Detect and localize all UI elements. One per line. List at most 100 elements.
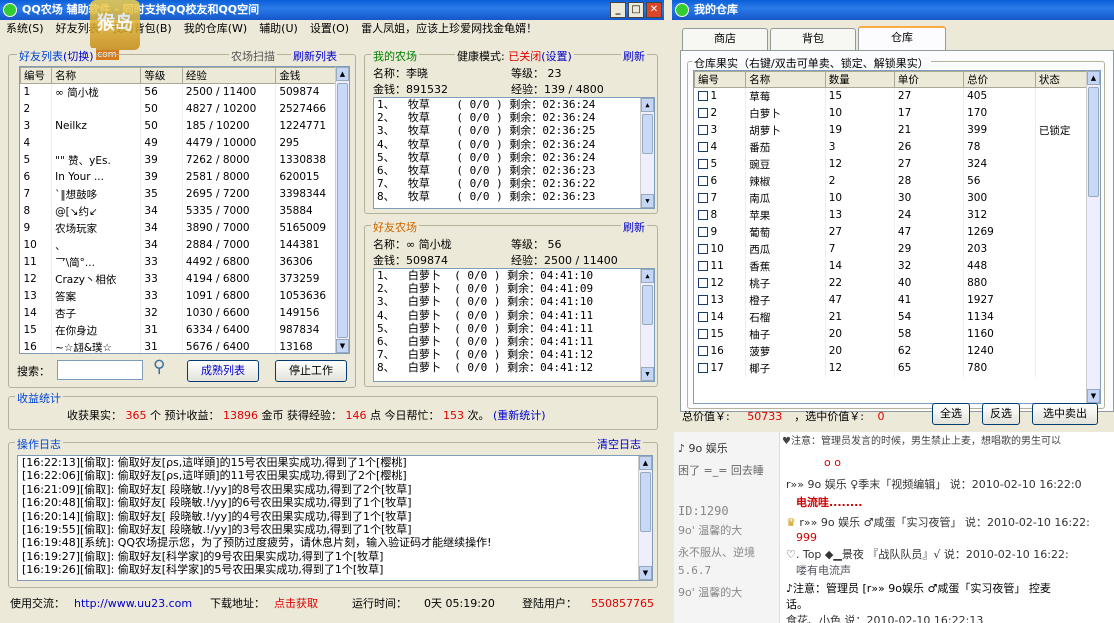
friend-row[interactable]: 8 @[↘约↙ 34 5335 / 7000 35884 [20, 202, 349, 220]
warehouse-row[interactable]: 3 胡萝卜 19 21 399 已锁定 [694, 121, 1100, 139]
refresh-friend-list-link[interactable]: 刷新列表 [291, 48, 339, 64]
friend-switch-link[interactable]: (切换) [63, 50, 94, 63]
friend-col-header[interactable]: 名称 [51, 67, 142, 84]
crop-plot-row[interactable]: 1、 白萝卜 ( 0/0 ) 剩余：04:41:10 [377, 269, 654, 282]
friend-scrollbar[interactable]: ▲ ▼ [335, 67, 349, 353]
crop-plot-row[interactable]: 6、 白萝卜 ( 0/0 ) 剩余：04:41:11 [377, 335, 654, 348]
minimize-button[interactable]: _ [610, 2, 626, 18]
search-icon[interactable]: ⚲ [153, 357, 165, 377]
health-settings-link[interactable]: (设置) [541, 50, 572, 63]
maximize-button[interactable]: □ [628, 2, 644, 18]
log-scrollbar[interactable]: ▲ ▼ [638, 456, 652, 580]
crop-plot-row[interactable]: 4、 牧草 ( 0/0 ) 剩余：02:36:24 [377, 138, 654, 151]
friend-row[interactable]: 9 农场玩家 34 3890 / 7000 5165009 [20, 219, 349, 237]
warehouse-row[interactable]: 9 葡萄 27 47 1269 [694, 223, 1100, 241]
warehouse-row[interactable]: 6 辣椒 2 28 56 [694, 172, 1100, 190]
warehouse-row[interactable]: 11 香蕉 14 32 448 [694, 257, 1100, 275]
menu-system[interactable]: 系统(S) [6, 20, 44, 38]
friend-row[interactable]: 12 Crazy丶相依 33 4194 / 6800 373259 [20, 270, 349, 288]
warehouse-row[interactable]: 5 豌豆 12 27 324 [694, 155, 1100, 173]
crop-plot-row[interactable]: 3、 牧草 ( 0/0 ) 剩余：02:36:25 [377, 124, 654, 137]
select-all-button[interactable]: 全选 [932, 403, 970, 425]
crop-plot-row[interactable]: 7、 白萝卜 ( 0/0 ) 剩余：04:41:12 [377, 348, 654, 361]
friend-col-header[interactable]: 编号 [20, 67, 53, 84]
crop-plot-row[interactable]: 3、 白萝卜 ( 0/0 ) 剩余：04:41:10 [377, 295, 654, 308]
menu-warehouse[interactable]: 我的仓库(W) [184, 20, 247, 38]
website-link[interactable]: http://www.uu23.com [74, 592, 192, 616]
row-checkbox[interactable] [697, 159, 708, 169]
row-checkbox[interactable] [697, 363, 708, 373]
warehouse-row[interactable]: 1 草莓 15 27 405 [694, 87, 1100, 105]
stop-work-button[interactable]: 停止工作 [275, 360, 347, 382]
warehouse-col-header[interactable]: 名称 [745, 71, 826, 88]
row-checkbox[interactable] [697, 210, 708, 220]
friend-col-header[interactable]: 经验 [181, 67, 277, 84]
row-checkbox[interactable] [697, 329, 708, 339]
row-checkbox[interactable] [697, 244, 708, 254]
friend-row[interactable]: 6 In Your ... 39 2581 / 8000 620015 [20, 168, 349, 186]
warehouse-row[interactable]: 2 白萝卜 10 17 170 [694, 104, 1100, 122]
warehouse-row[interactable]: 15 柚子 20 58 1160 [694, 325, 1100, 343]
friend-row[interactable]: 2 50 4827 / 10200 2527466 [20, 100, 349, 118]
crop-plot-row[interactable]: 5、 白萝卜 ( 0/0 ) 剩余：04:41:11 [377, 322, 654, 335]
menu-assist[interactable]: 辅助(U) [259, 20, 298, 38]
crop-scrollbar[interactable]: ▲ ▼ [640, 269, 654, 381]
tab-backpack[interactable]: 背包 [770, 28, 856, 50]
friend-row[interactable]: 13 答案 33 1091 / 6800 1053636 [20, 287, 349, 305]
reset-stats-link[interactable]: (重新统计) [493, 409, 546, 422]
tab-warehouse[interactable]: 仓库 [858, 26, 946, 51]
crop-plot-row[interactable]: 8、 白萝卜 ( 0/0 ) 剩余：04:41:12 [377, 361, 654, 374]
crop-scrollbar[interactable]: ▲ ▼ [640, 98, 654, 208]
friend-row[interactable]: 1 ∞ 简小栊 56 2500 / 11400 509874 [20, 83, 349, 101]
warehouse-row[interactable]: 10 西瓜 7 29 203 [694, 240, 1100, 258]
search-input[interactable] [57, 360, 143, 380]
friend-row[interactable]: 15 在你身边 31 6334 / 6400 987834 [20, 321, 349, 339]
crop-plot-row[interactable]: 8、 牧草 ( 0/0 ) 剩余：02:36:23 [377, 190, 654, 203]
row-checkbox[interactable] [697, 278, 708, 288]
row-checkbox[interactable] [697, 227, 708, 237]
row-checkbox[interactable] [697, 261, 708, 271]
warehouse-row[interactable]: 13 橙子 47 41 1927 [694, 291, 1100, 309]
tab-shop[interactable]: 商店 [682, 28, 768, 50]
warehouse-row[interactable]: 12 桃子 22 40 880 [694, 274, 1100, 292]
friend-row[interactable]: 5 "" 赞、yEs. 39 7262 / 8000 1330838 [20, 151, 349, 169]
friend-farm-refresh-link[interactable]: 刷新 [621, 219, 647, 235]
invert-select-button[interactable]: 反选 [982, 403, 1020, 425]
friend-row[interactable]: 10、 34 2884 / 7000 144381 [20, 236, 349, 254]
row-checkbox[interactable] [697, 295, 708, 305]
warehouse-row[interactable]: 8 苹果 13 24 312 [694, 206, 1100, 224]
friend-row[interactable]: 11 乛\简°... 33 4492 / 6800 36306 [20, 253, 349, 271]
crop-plot-row[interactable]: 6、 牧草 ( 0/0 ) 剩余：02:36:23 [377, 164, 654, 177]
row-checkbox[interactable] [697, 142, 708, 152]
friend-row[interactable]: 3 Neilkz 50 185 / 10200 1224771 [20, 117, 349, 135]
crop-plot-row[interactable]: 2、 牧草 ( 0/0 ) 剩余：02:36:24 [377, 111, 654, 124]
crop-plot-row[interactable]: 2、 白萝卜 ( 0/0 ) 剩余：04:41:09 [377, 282, 654, 295]
menu-ad-link[interactable]: 雷人凤姐，应该上珍爱网找金龟婿！ [361, 20, 537, 38]
friend-row[interactable]: 7 `‖想鼓哆 35 2695 / 7200 3398344 [20, 185, 349, 203]
friend-col-header[interactable]: 等级 [140, 67, 183, 84]
friend-row[interactable]: 14 杏子 32 1030 / 6600 149156 [20, 304, 349, 322]
row-checkbox[interactable] [697, 312, 708, 322]
sell-selected-button[interactable]: 选中卖出 [1032, 403, 1098, 425]
row-checkbox[interactable] [697, 108, 708, 118]
crop-plot-row[interactable]: 4、 白萝卜 ( 0/0 ) 剩余：04:41:11 [377, 309, 654, 322]
warehouse-row[interactable]: 14 石榴 21 54 1134 [694, 308, 1100, 326]
row-checkbox[interactable] [697, 91, 708, 102]
download-link[interactable]: 点击获取 [274, 592, 318, 616]
chat-mic-user[interactable]: ♪ 9o 娱乐 [678, 440, 728, 456]
my-farm-refresh-link[interactable]: 刷新 [621, 48, 647, 64]
crop-plot-row[interactable]: 5、 牧草 ( 0/0 ) 剩余：02:36:24 [377, 151, 654, 164]
row-checkbox[interactable] [697, 346, 708, 356]
warehouse-scrollbar[interactable]: ▲ ▼ [1086, 71, 1100, 403]
crop-plot-row[interactable]: 7、 牧草 ( 0/0 ) 剩余：02:36:22 [377, 177, 654, 190]
warehouse-col-header[interactable]: 编号 [694, 71, 747, 88]
clear-log-link[interactable]: 清空日志 [595, 436, 643, 452]
friend-row[interactable]: 4 49 4479 / 10000 295 [20, 134, 349, 152]
warehouse-row[interactable]: 7 南瓜 10 30 300 [694, 189, 1100, 207]
mature-list-button[interactable]: 成熟列表 [187, 360, 259, 382]
warehouse-row[interactable]: 17 椰子 12 65 780 [694, 359, 1100, 377]
warehouse-col-header[interactable]: 数量 [824, 71, 895, 88]
warehouse-row[interactable]: 4 番茄 3 26 78 [694, 138, 1100, 156]
menu-settings[interactable]: 设置(O) [310, 20, 349, 38]
warehouse-col-header[interactable]: 总价 [963, 71, 1036, 88]
